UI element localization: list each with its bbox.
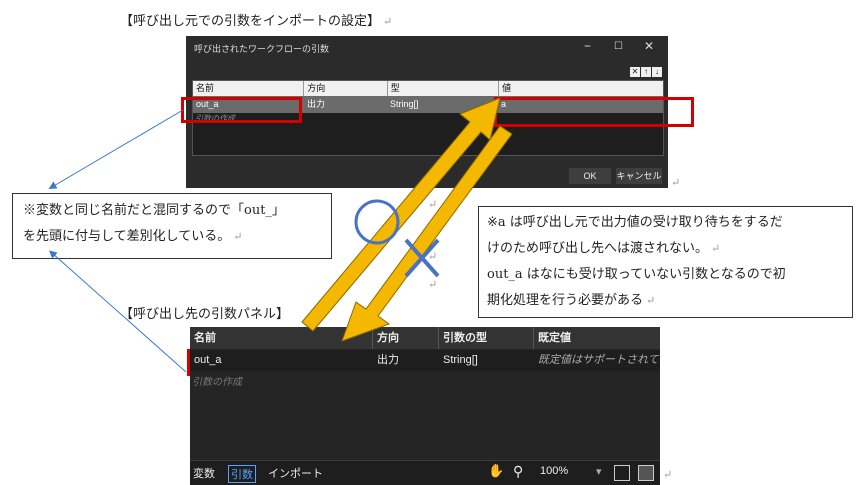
arrow-down-icon	[341, 125, 513, 342]
leader-line-bottom	[49, 250, 187, 373]
leader-line-top	[48, 109, 184, 190]
arrow-up-icon	[301, 97, 501, 332]
annotation-overlay	[48, 97, 513, 373]
